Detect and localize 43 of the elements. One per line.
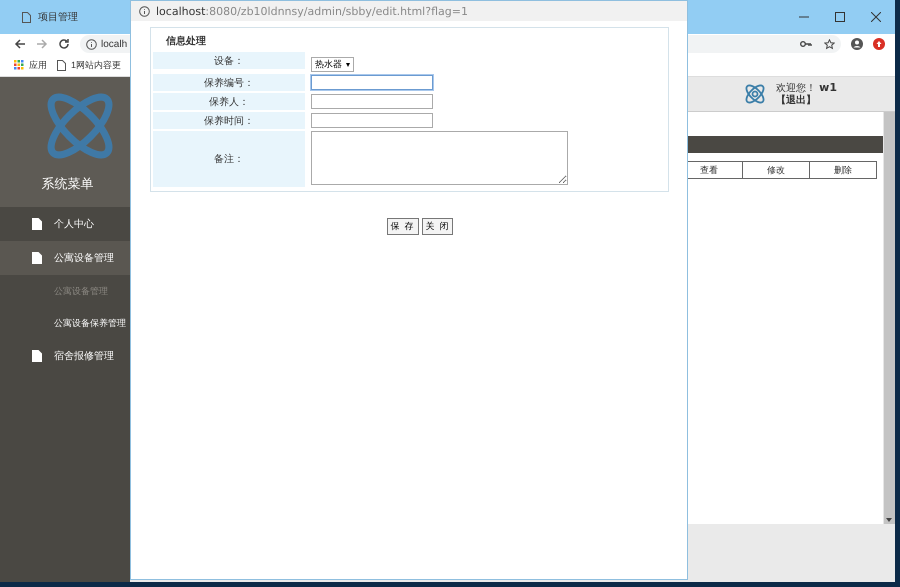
- apps-grid-icon: [14, 60, 24, 70]
- account-icon[interactable]: [851, 38, 863, 50]
- page-icon: [57, 60, 66, 70]
- field-label: 保养人：: [153, 93, 305, 110]
- menu-item[interactable]: 公寓设备管理: [0, 241, 130, 275]
- sidebar-title: 系统菜单: [42, 176, 94, 193]
- bookmark[interactable]: 应用: [14, 58, 47, 72]
- form-title: 信息处理: [164, 34, 207, 49]
- page-icon: [22, 12, 31, 22]
- table-header-cell: 删除: [810, 161, 877, 179]
- field-label: 保养编号：: [153, 74, 305, 91]
- close-button[interactable]: 关 闭: [422, 218, 454, 235]
- key-icon[interactable]: [800, 40, 812, 48]
- menu-item[interactable]: 宿舍报修管理: [0, 339, 130, 373]
- maximize-icon[interactable]: [835, 12, 845, 22]
- document-icon: [32, 218, 42, 230]
- table-header-cell: 修改: [743, 161, 810, 179]
- document-icon: [32, 252, 42, 264]
- bookmark[interactable]: 1网站内容更: [57, 58, 122, 72]
- caret-icon: [346, 62, 350, 66]
- save-button[interactable]: 保 存: [386, 218, 418, 235]
- browser-tab[interactable]: 项目管理: [20, 6, 80, 28]
- input-field[interactable]: [311, 94, 433, 109]
- scrollbar[interactable]: [883, 112, 895, 524]
- submenu-item[interactable]: 公寓设备保养管理: [0, 307, 130, 339]
- info-icon: [139, 6, 150, 16]
- field-label: 备注：: [153, 131, 305, 187]
- menu-item[interactable]: 个人中心: [0, 207, 130, 241]
- dialog-url: localhost:8080/zb10ldnnsy/admin/sbby/edit.html?flag=1: [156, 4, 468, 18]
- field-label: 保养时间：: [153, 112, 305, 129]
- input-field[interactable]: [311, 113, 433, 128]
- input-field[interactable]: [311, 75, 433, 90]
- welcome-text: 欢迎您！ w1: [776, 82, 837, 94]
- info-icon: [86, 38, 97, 50]
- back-icon[interactable]: [14, 38, 26, 50]
- reload-icon[interactable]: [58, 38, 70, 50]
- document-icon: [32, 350, 42, 362]
- close-icon[interactable]: [871, 12, 881, 22]
- star-icon[interactable]: [824, 38, 835, 50]
- device-select[interactable]: 热水器: [311, 57, 354, 72]
- logout-link[interactable]: 【退出】: [776, 94, 837, 106]
- update-icon[interactable]: [873, 38, 885, 50]
- field-label: 设备：: [153, 52, 305, 69]
